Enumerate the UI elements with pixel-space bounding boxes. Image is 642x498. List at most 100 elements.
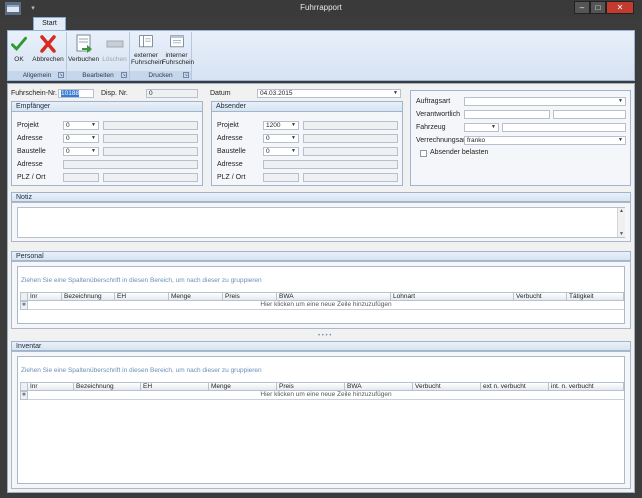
fuhrschein-nr-value: 10188 [61, 90, 80, 97]
empfaenger-projekt-combo[interactable]: 0 ▼ [63, 121, 99, 130]
ok-button[interactable]: OK [9, 34, 29, 63]
empfaenger-adresse-value: 0 [66, 135, 70, 142]
personal-header: Personal [11, 251, 631, 261]
allgemein-label: Allgemein [22, 72, 52, 79]
chevron-down-icon[interactable]: ▼ [290, 122, 297, 129]
chevron-down-icon[interactable]: ▼ [290, 148, 297, 155]
absender-adresse-label: Adresse [217, 135, 243, 142]
personal-col-eh[interactable]: EH [115, 292, 169, 301]
chevron-down-icon[interactable]: ▼ [392, 90, 399, 97]
minimize-button[interactable]: – [574, 1, 590, 14]
title-bar: ▾ Fuhrrapport – □ ✕ [0, 0, 642, 17]
absender-projekt-name [303, 121, 398, 130]
dialog-launcher-icon[interactable]: ↘ [121, 72, 127, 78]
personal-new-row[interactable]: Hier klicken um eine neue Zeile hinzuzuf… [28, 301, 624, 310]
empfaenger-adresse-combo[interactable]: 0 ▼ [63, 134, 99, 143]
inventar-header: Inventar [11, 341, 631, 351]
interner-fuhrschein-button[interactable]: interner Fuhrschein [162, 34, 194, 66]
scroll-down-icon[interactable]: ▼ [618, 231, 625, 237]
ribbon-tab-strip: Start [7, 17, 635, 30]
drucken-label: Drucken [148, 72, 173, 79]
group-label-bearbeiten: Bearbeiten ↘ [67, 71, 129, 80]
personal-grid: Ziehen Sie eine Spaltenüberschrift in di… [17, 266, 625, 324]
scroll-up-icon[interactable]: ▲ [618, 208, 625, 214]
inventar-new-row[interactable]: Hier klicken um eine neue Zeile hinzuzuf… [28, 391, 624, 400]
abbrechen-button[interactable]: Abbrechen [30, 34, 66, 63]
notiz-panel: ▲ ▼ [11, 202, 631, 242]
verrechnungsart-combo[interactable]: franko ▼ [464, 136, 626, 145]
chevron-down-icon[interactable]: ▼ [290, 135, 297, 142]
absender-projekt-label: Projekt [217, 122, 239, 129]
externer-fuhrschein-button[interactable]: externer Fuhrschein [131, 34, 163, 66]
personal-col-inr[interactable]: Inr [28, 292, 62, 301]
empfaenger-plz-field [63, 173, 99, 182]
chevron-down-icon[interactable]: ▼ [90, 135, 97, 142]
maximize-button[interactable]: □ [590, 1, 606, 14]
notiz-scrollbar[interactable]: ▲ ▼ [617, 208, 625, 237]
empfaenger-adresse2-field [63, 160, 198, 169]
fahrzeug-name-field[interactable] [502, 123, 626, 132]
chevron-down-icon[interactable]: ▼ [617, 98, 624, 105]
absender-projekt-combo[interactable]: 1200 ▼ [263, 121, 299, 130]
datum-label: Datum [210, 90, 231, 97]
absender-adresse2-field [263, 160, 398, 169]
empfaenger-projekt-value: 0 [66, 122, 70, 129]
absender-baustelle-combo[interactable]: 0 ▼ [263, 147, 299, 156]
absender-header: Absender [212, 102, 402, 112]
absender-adresse-combo[interactable]: 0 ▼ [263, 134, 299, 143]
personal-col-menge[interactable]: Menge [169, 292, 223, 301]
chevron-down-icon[interactable]: ▼ [90, 148, 97, 155]
datum-value: 04.03.2015 [260, 90, 293, 97]
splitter-handle[interactable]: • • • • [318, 333, 331, 339]
checkmark-icon [11, 36, 27, 52]
absender-belasten-checkbox[interactable] [420, 150, 427, 157]
inventar-col-menge[interactable]: Menge [209, 382, 277, 391]
personal-col-verbucht[interactable]: Verbucht [514, 292, 567, 301]
absender-adresse-name [303, 134, 398, 143]
fahrzeug-combo[interactable]: ▼ [464, 123, 499, 132]
group-label-drucken: Drucken ↘ [130, 71, 191, 80]
dialog-launcher-icon[interactable]: ↘ [183, 72, 189, 78]
personal-col-preis[interactable]: Preis [223, 292, 277, 301]
inventar-col-inr[interactable]: Inr [28, 382, 74, 391]
personal-col-taetigkeit[interactable]: Tätigkeit [567, 292, 624, 301]
inventar-col-preis[interactable]: Preis [277, 382, 345, 391]
chevron-down-icon[interactable]: ▼ [90, 122, 97, 129]
inventar-col-bwa[interactable]: BWA [345, 382, 413, 391]
absender-baustelle-value: 0 [266, 148, 270, 155]
chevron-down-icon[interactable]: ▼ [490, 124, 497, 131]
new-row-star-icon: ✱ [20, 301, 28, 310]
verbuchen-label: Verbuchen [68, 56, 100, 63]
verantwortlich-label: Verantwortlich [416, 111, 460, 118]
tab-start[interactable]: Start [33, 17, 66, 30]
empfaenger-ort-field [103, 173, 198, 182]
empfaenger-adresse-name [103, 134, 198, 143]
verantwortlich-field[interactable] [464, 110, 550, 119]
datum-field[interactable]: 04.03.2015 ▼ [257, 89, 401, 98]
personal-col-bezeichnung[interactable]: Bezeichnung [62, 292, 115, 301]
empfaenger-baustelle-combo[interactable]: 0 ▼ [63, 147, 99, 156]
inventar-col-eh[interactable]: EH [141, 382, 209, 391]
personal-col-bwa[interactable]: BWA [277, 292, 391, 301]
loeschen-button[interactable]: Löschen [100, 34, 129, 63]
notiz-textarea[interactable] [17, 207, 625, 238]
disp-nr-field[interactable]: 0 [146, 89, 198, 98]
absender-ort-field [303, 173, 398, 182]
chevron-down-icon[interactable]: ▼ [617, 137, 624, 144]
inventar-col-ext-n-verbucht[interactable]: ext n. verbucht [481, 382, 549, 391]
close-button[interactable]: ✕ [606, 1, 634, 14]
verantwortlich-name-field[interactable] [553, 110, 626, 119]
bearbeiten-label: Bearbeiten [82, 72, 114, 79]
inventar-col-int-n-verbucht[interactable]: int. n. verbucht [549, 382, 624, 391]
verrechnungsart-label: Verrechnungsart [416, 137, 468, 144]
empfaenger-adresse-label: Adresse [17, 135, 43, 142]
auftragsart-combo[interactable]: ▼ [464, 97, 626, 106]
fuhrschein-nr-field[interactable]: 10188 [58, 89, 94, 98]
empfaenger-plz-label: PLZ / Ort [17, 174, 46, 181]
inventar-col-bezeichnung[interactable]: Bezeichnung [74, 382, 141, 391]
inventar-col-verbucht[interactable]: Verbucht [413, 382, 481, 391]
verbuchen-button[interactable]: Verbuchen [68, 34, 99, 63]
dialog-launcher-icon[interactable]: ↘ [58, 72, 64, 78]
content-area: Fuhrschein-Nr. 10188 Disp. Nr. 0 Datum 0… [7, 83, 635, 493]
personal-col-lohnart[interactable]: Lohnart [391, 292, 514, 301]
